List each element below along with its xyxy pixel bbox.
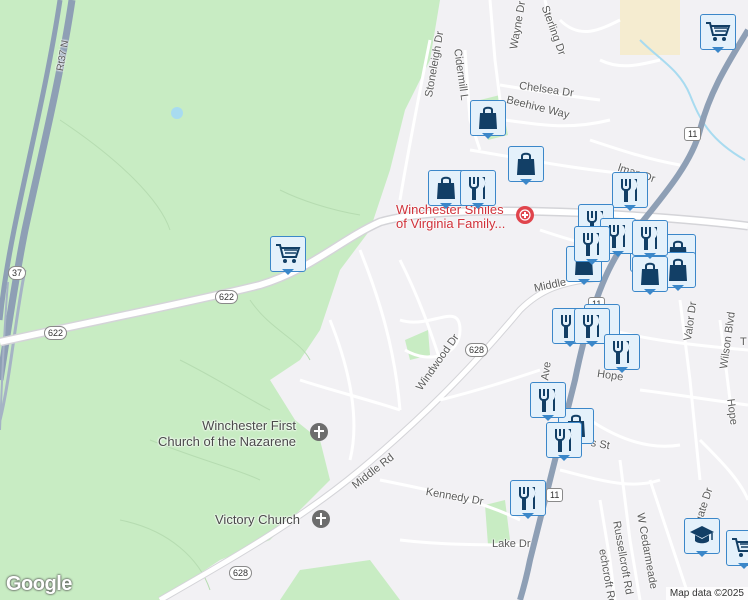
shopping-bag-icon xyxy=(669,258,687,281)
restaurant-icon xyxy=(519,487,536,510)
restaurant-icon xyxy=(613,341,630,364)
restaurant-pin-5[interactable] xyxy=(574,226,610,266)
shopping-cart-pin-3[interactable] xyxy=(726,530,748,570)
shopping-cart-icon xyxy=(276,244,301,263)
map-base xyxy=(0,0,748,600)
route-628-shield: 628 xyxy=(465,343,489,357)
sand-area xyxy=(620,0,680,55)
restaurant-pin-12[interactable] xyxy=(546,422,582,462)
restaurant-icon xyxy=(555,429,572,452)
restaurant-pin-11[interactable] xyxy=(530,382,566,422)
shopping-bag-icon xyxy=(479,106,497,129)
restaurant-pin-13[interactable] xyxy=(510,480,546,520)
forest-patch xyxy=(280,560,400,600)
route-622-shield: 622 xyxy=(215,290,239,304)
shopping-cart-pin[interactable] xyxy=(270,236,306,276)
lake-label: Lake Dr xyxy=(492,538,531,550)
victory-church-label[interactable]: Victory Church xyxy=(215,512,300,527)
route-11-shield: 11 xyxy=(684,127,702,141)
victory-church-icon[interactable] xyxy=(312,510,330,528)
shopping-bag-pin-2[interactable] xyxy=(508,146,544,186)
route-622-shield-2: 622 xyxy=(44,326,68,340)
school-icon xyxy=(690,526,714,544)
restaurant-pin-2[interactable] xyxy=(612,172,648,212)
restaurant-pin-6[interactable] xyxy=(632,220,668,260)
shopping-bag-icon xyxy=(641,262,659,285)
medical-icon[interactable] xyxy=(516,206,534,224)
route-628-shield-2: 628 xyxy=(229,566,253,580)
shopping-bag-pin[interactable] xyxy=(470,100,506,140)
restaurant-icon xyxy=(641,227,658,250)
shopping-bag-pin-7[interactable] xyxy=(632,256,668,296)
restaurant-icon xyxy=(609,225,626,248)
restaurant-icon xyxy=(621,179,638,202)
shopping-bag-pin-3[interactable] xyxy=(428,170,464,210)
school-pin[interactable] xyxy=(684,518,720,558)
restaurant-icon xyxy=(539,389,556,412)
street-label-t: T xyxy=(740,336,747,348)
shopping-cart-pin-2[interactable] xyxy=(700,14,736,54)
shopping-bag-icon xyxy=(517,152,535,175)
google-logo: Google xyxy=(6,573,72,595)
restaurant-pin[interactable] xyxy=(460,170,496,210)
route-37-shield: 37 xyxy=(8,266,27,280)
restaurant-pin-10[interactable] xyxy=(604,334,640,374)
shopping-bag-icon xyxy=(437,176,455,199)
route-11-shield-3: 11 xyxy=(546,488,564,502)
pond xyxy=(171,107,183,119)
nazarene-church-icon[interactable] xyxy=(310,423,328,441)
restaurant-icon xyxy=(583,233,600,256)
nazarene-church-label[interactable]: Winchester First Church of the Nazarene xyxy=(158,418,296,450)
map-canvas[interactable]: Rt37 N 37 622 622 628 628 11 11 11 Middl… xyxy=(0,0,748,600)
shopping-cart-icon xyxy=(732,538,748,557)
map-attribution: Map data ©2025 xyxy=(665,587,748,600)
restaurant-icon xyxy=(583,315,600,338)
restaurant-icon xyxy=(469,177,486,200)
shopping-cart-icon xyxy=(706,22,731,41)
